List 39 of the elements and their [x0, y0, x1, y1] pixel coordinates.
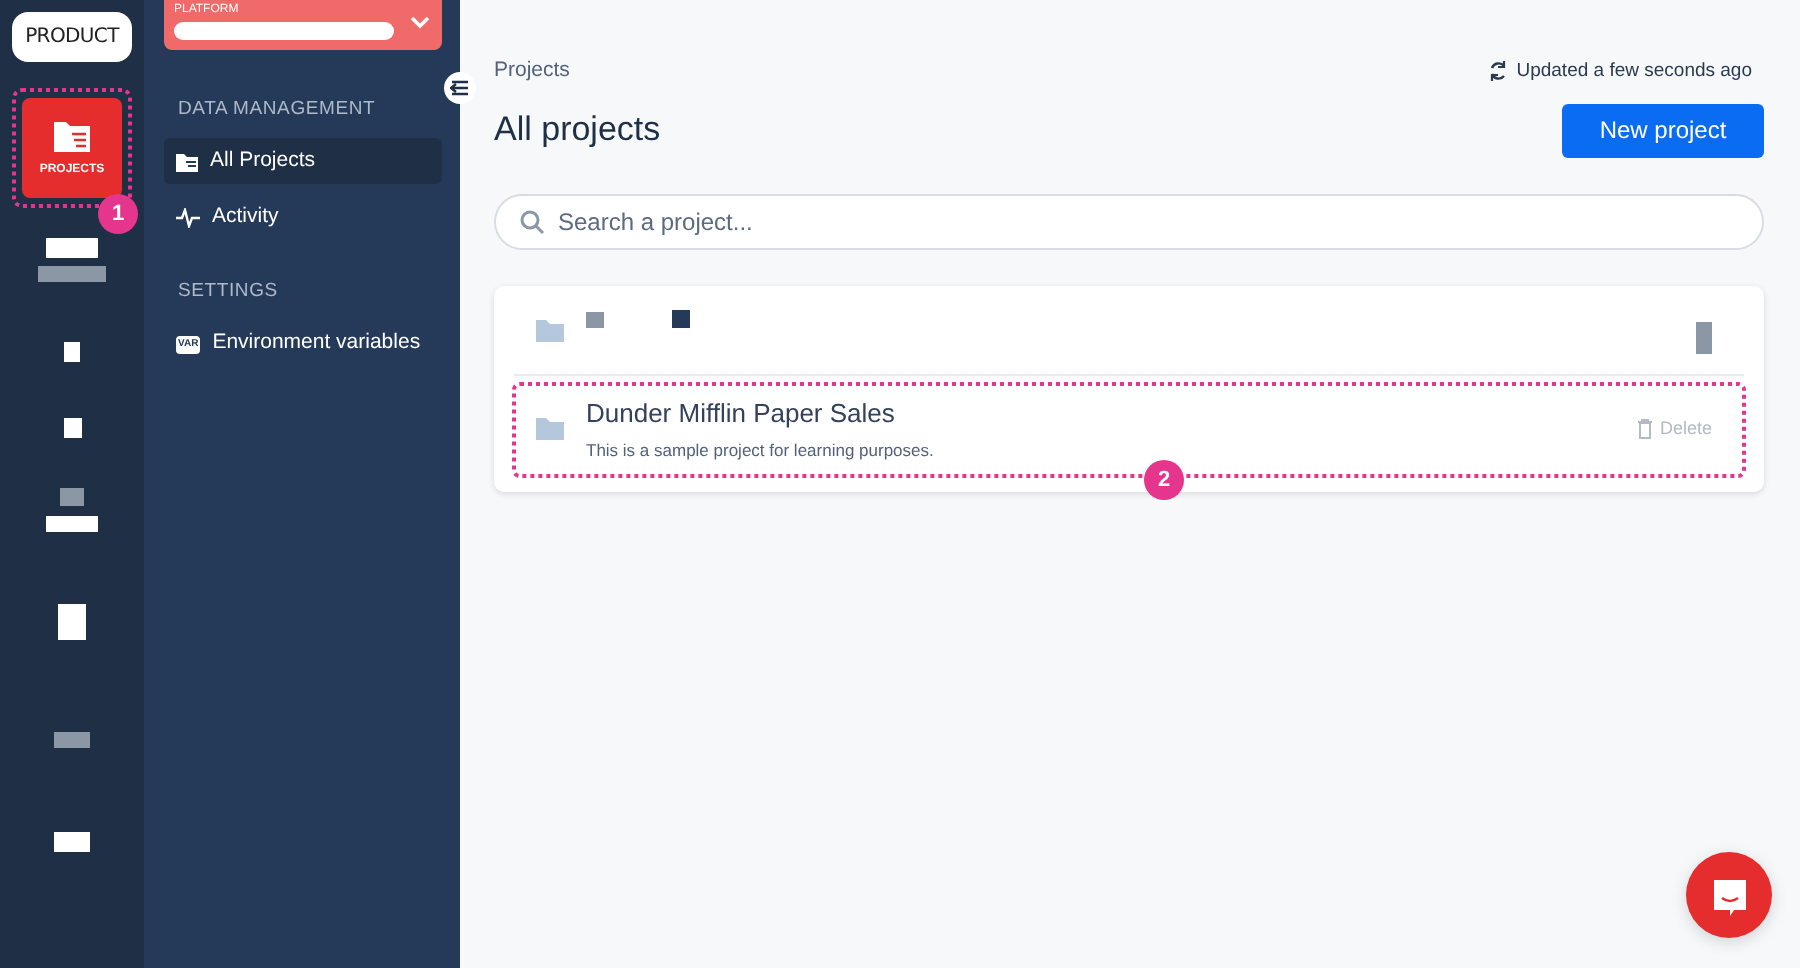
redaction-block — [38, 266, 106, 282]
search-icon — [520, 209, 544, 234]
project-name[interactable]: Dunder Mifflin Paper Sales — [586, 393, 1616, 433]
redaction-block — [672, 310, 690, 329]
redaction-block — [54, 832, 90, 852]
sidebar-item[interactable]: All Projects — [164, 138, 442, 185]
redaction-block — [54, 732, 90, 748]
collapse-icon — [450, 80, 470, 96]
logo[interactable]: PRODUCT — [12, 12, 132, 62]
redaction-block — [586, 311, 604, 328]
folder-icon — [50, 116, 94, 156]
redaction-block — [46, 238, 98, 258]
search-field[interactable]: Search a project... — [494, 193, 1764, 250]
new-project-button[interactable]: New project — [1562, 103, 1764, 158]
callout-badge: 1 — [98, 194, 138, 234]
chat-icon — [1709, 875, 1749, 915]
redaction-block — [58, 604, 86, 640]
breadcrumb-link[interactable]: Projects — [494, 56, 570, 88]
redaction-block — [1696, 321, 1712, 354]
folder-icon — [534, 315, 566, 344]
folder-icon — [176, 151, 198, 172]
redaction-block — [64, 342, 80, 362]
pulse-icon — [176, 207, 200, 228]
page-title: All projects — [494, 110, 661, 151]
status-text: Updated a few seconds ago — [1516, 57, 1752, 86]
redaction-block — [46, 516, 98, 532]
chat-button[interactable] — [1686, 852, 1772, 938]
section-title: DATA MANAGEMENT — [176, 96, 378, 124]
trash-icon — [1635, 417, 1654, 440]
collapse-button[interactable] — [444, 72, 476, 104]
sidebar-item[interactable]: Activity — [164, 194, 442, 241]
refresh-icon — [1488, 60, 1509, 83]
project-description: This is a sample project for learning purposes. — [586, 438, 936, 464]
chevron-down-icon — [410, 16, 430, 30]
redaction-block — [60, 488, 84, 506]
callout-badge: 2 — [1144, 459, 1184, 500]
folder-icon — [534, 414, 566, 443]
redaction-block — [63, 418, 81, 438]
section-title: SETTINGS — [176, 278, 280, 307]
